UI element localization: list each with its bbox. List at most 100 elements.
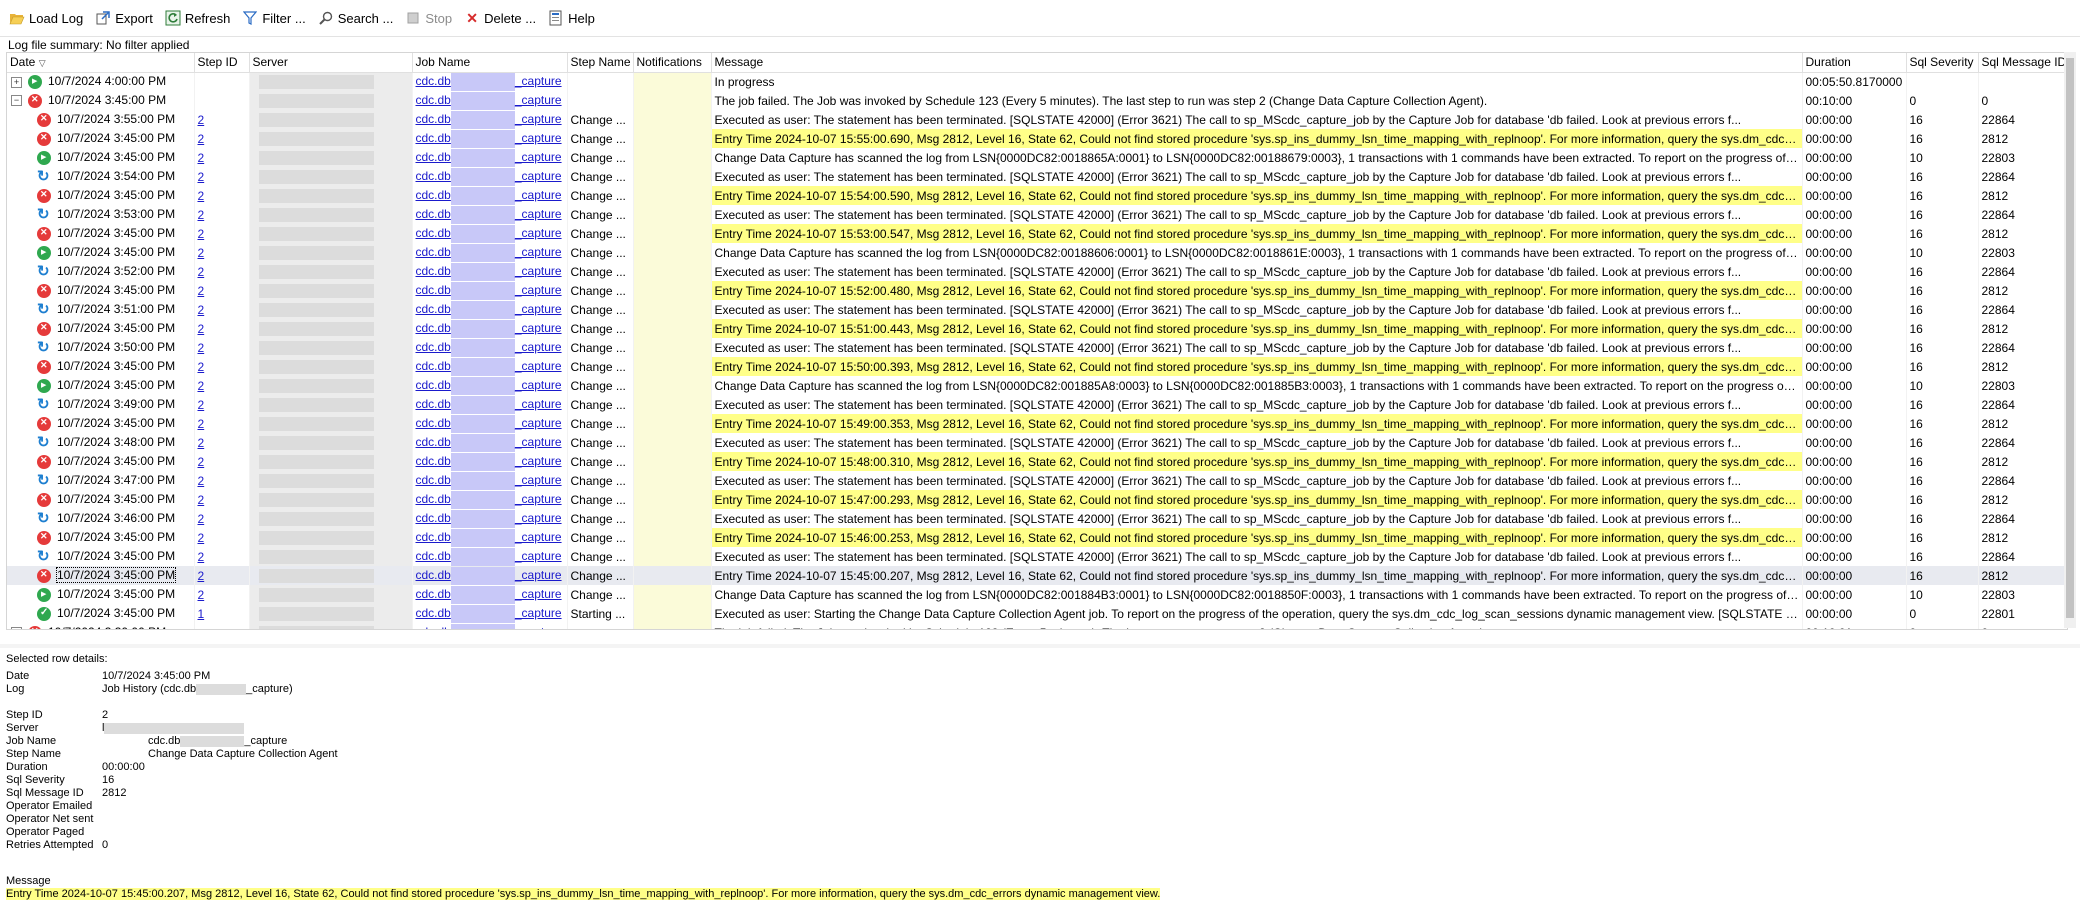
column-notifications[interactable]: Notifications	[633, 53, 712, 73]
step-row[interactable]: 10/7/2024 3:45:00 PM 2 cdc.db _capture Chang…	[7, 452, 2067, 471]
job-name-cell[interactable]: cdc.db _capture	[412, 585, 568, 604]
step-id-cell[interactable]	[194, 623, 250, 629]
step-row[interactable]: 10/7/2024 3:55:00 PM 2 cdc.db _capture Chang…	[7, 110, 2067, 129]
job-name-cell[interactable]: cdc.db _capture	[412, 205, 568, 224]
job-name-cell[interactable]: cdc.db _capture	[412, 300, 568, 319]
job-name-link-suffix[interactable]: _capture	[515, 359, 562, 373]
step-row[interactable]: 10/7/2024 3:45:00 PM 2 cdc.db _capture Chang…	[7, 281, 2067, 300]
delete-button[interactable]: ✕ Delete ...	[459, 4, 541, 32]
job-name-link-suffix[interactable]: _capture	[515, 207, 562, 221]
job-name-link-prefix[interactable]: cdc.db	[416, 302, 451, 316]
step-row[interactable]: 10/7/2024 3:45:00 PM 2 cdc.db _capture Chang…	[7, 376, 2067, 395]
job-name-link-suffix[interactable]: _capture	[515, 530, 562, 544]
step-id-cell[interactable]: 2	[194, 319, 250, 338]
step-id-cell[interactable]: 2	[194, 452, 250, 471]
job-name-link-suffix[interactable]: _capture	[515, 169, 562, 183]
job-name-cell[interactable]: cdc.db _capture	[412, 110, 568, 129]
step-id-cell[interactable]: 2	[194, 338, 250, 357]
step-id-link[interactable]: 2	[198, 132, 205, 146]
step-id-link[interactable]: 2	[198, 398, 205, 412]
step-id-link[interactable]: 2	[198, 493, 205, 507]
column-message[interactable]: Message	[711, 53, 1803, 73]
step-id-cell[interactable]: 2	[194, 205, 250, 224]
job-name-cell[interactable]: cdc.db _capture	[412, 281, 568, 300]
job-name-cell[interactable]: cdc.db _capture	[412, 243, 568, 262]
vertical-scrollbar[interactable]	[2064, 52, 2076, 628]
step-id-link[interactable]: 2	[198, 284, 205, 298]
job-name-cell[interactable]: cdc.db _capture	[412, 414, 568, 433]
job-name-link-prefix[interactable]: cdc.db	[416, 416, 451, 430]
job-name-link-suffix[interactable]: _capture	[515, 397, 562, 411]
job-row[interactable]: +10/7/2024 3:30:00 PM cdc.db _capture The j…	[7, 623, 2067, 629]
step-id-cell[interactable]: 2	[194, 566, 250, 585]
job-name-link-prefix[interactable]: cdc.db	[416, 150, 451, 164]
step-id-cell[interactable]: 2	[194, 433, 250, 452]
step-id-link[interactable]: 2	[198, 455, 205, 469]
job-name-link-suffix[interactable]: _capture	[515, 378, 562, 392]
step-id-link[interactable]: 2	[198, 341, 205, 355]
job-name-link-prefix[interactable]: cdc.db	[416, 74, 451, 88]
step-id-link[interactable]: 2	[198, 246, 205, 260]
job-row[interactable]: +10/7/2024 4:00:00 PM cdc.db _capture In pr…	[7, 72, 2067, 91]
step-row[interactable]: 10/7/2024 3:45:00 PM 2 cdc.db _capture Chang…	[7, 243, 2067, 262]
step-row[interactable]: ↻ 10/7/2024 3:49:00 PM 2 cdc.db _capture Chan…	[7, 395, 2067, 414]
job-name-link-prefix[interactable]: cdc.db	[416, 492, 451, 506]
job-name-link-suffix[interactable]: _capture	[515, 131, 562, 145]
step-id-cell[interactable]: 2	[194, 148, 250, 167]
job-name-link-prefix[interactable]: cdc.db	[416, 340, 451, 354]
step-row[interactable]: ↻ 10/7/2024 3:53:00 PM 2 cdc.db _capture Chan…	[7, 205, 2067, 224]
step-id-link[interactable]: 2	[198, 303, 205, 317]
job-name-cell[interactable]: cdc.db _capture	[412, 528, 568, 547]
column-job-name[interactable]: Job Name	[412, 53, 568, 73]
step-id-link[interactable]: 1	[198, 607, 205, 621]
step-row[interactable]: 10/7/2024 3:45:00 PM 2 cdc.db _capture Chang…	[7, 319, 2067, 338]
help-button[interactable]: Help	[543, 4, 600, 32]
job-name-cell[interactable]: cdc.db _capture	[412, 376, 568, 395]
job-name-link-prefix[interactable]: cdc.db	[416, 625, 451, 629]
step-id-cell[interactable]: 2	[194, 224, 250, 243]
job-name-link-prefix[interactable]: cdc.db	[416, 131, 451, 145]
step-id-link[interactable]: 2	[198, 265, 205, 279]
job-name-cell[interactable]: cdc.db _capture	[412, 186, 568, 205]
job-name-link-prefix[interactable]: cdc.db	[416, 207, 451, 221]
column-sql-message-id[interactable]: Sql Message ID	[1978, 53, 2067, 73]
step-id-cell[interactable]: 2	[194, 376, 250, 395]
step-id-link[interactable]: 2	[198, 227, 205, 241]
job-name-link-prefix[interactable]: cdc.db	[416, 283, 451, 297]
step-id-link[interactable]: 2	[198, 170, 205, 184]
refresh-button[interactable]: Refresh	[160, 4, 236, 32]
pane-splitter[interactable]	[0, 644, 2080, 648]
column-duration[interactable]: Duration	[1802, 53, 1907, 73]
job-name-link-prefix[interactable]: cdc.db	[416, 359, 451, 373]
job-name-link-prefix[interactable]: cdc.db	[416, 264, 451, 278]
collapse-icon[interactable]: −	[11, 95, 22, 107]
step-id-link[interactable]: 2	[198, 151, 205, 165]
job-name-cell[interactable]: cdc.db _capture	[412, 452, 568, 471]
step-row[interactable]: ↻ 10/7/2024 3:50:00 PM 2 cdc.db _capture Chan…	[7, 338, 2067, 357]
job-name-cell[interactable]: cdc.db _capture	[412, 471, 568, 490]
step-id-cell[interactable]: 2	[194, 167, 250, 186]
step-id-link[interactable]: 2	[198, 417, 205, 431]
job-row[interactable]: − 10/7/2024 3:45:00 PM cdc.db _capture The j…	[7, 91, 2067, 110]
step-row[interactable]: 10/7/2024 3:45:00 PM 2 cdc.db _capture Chang…	[7, 566, 2067, 585]
step-id-cell[interactable]: 2	[194, 262, 250, 281]
job-name-link-suffix[interactable]: _capture	[515, 264, 562, 278]
job-name-link-prefix[interactable]: cdc.db	[416, 397, 451, 411]
step-id-cell[interactable]: 2	[194, 471, 250, 490]
step-id-cell[interactable]	[194, 72, 250, 91]
step-row[interactable]: ↻ 10/7/2024 3:54:00 PM 2 cdc.db _capture Chan…	[7, 167, 2067, 186]
job-name-link-suffix[interactable]: _capture	[515, 150, 562, 164]
step-id-cell[interactable]: 2	[194, 186, 250, 205]
job-name-cell[interactable]: cdc.db _capture	[412, 604, 568, 623]
step-row[interactable]: ↻ 10/7/2024 3:45:00 PM 2 cdc.db _capture Chan…	[7, 547, 2067, 566]
step-id-link[interactable]: 2	[198, 360, 205, 374]
step-id-cell[interactable]: 2	[194, 547, 250, 566]
expand-icon[interactable]: +	[11, 627, 22, 629]
step-id-cell[interactable]: 2	[194, 110, 250, 129]
step-id-cell[interactable]: 2	[194, 357, 250, 376]
job-name-cell[interactable]: cdc.db _capture	[412, 91, 568, 110]
step-row[interactable]: 10/7/2024 3:45:00 PM 2 cdc.db _capture Chang…	[7, 414, 2067, 433]
stop-button[interactable]: Stop	[400, 4, 457, 32]
step-row[interactable]: ↻ 10/7/2024 3:47:00 PM 2 cdc.db _capture Chan…	[7, 471, 2067, 490]
job-name-cell[interactable]: cdc.db _capture	[412, 490, 568, 509]
